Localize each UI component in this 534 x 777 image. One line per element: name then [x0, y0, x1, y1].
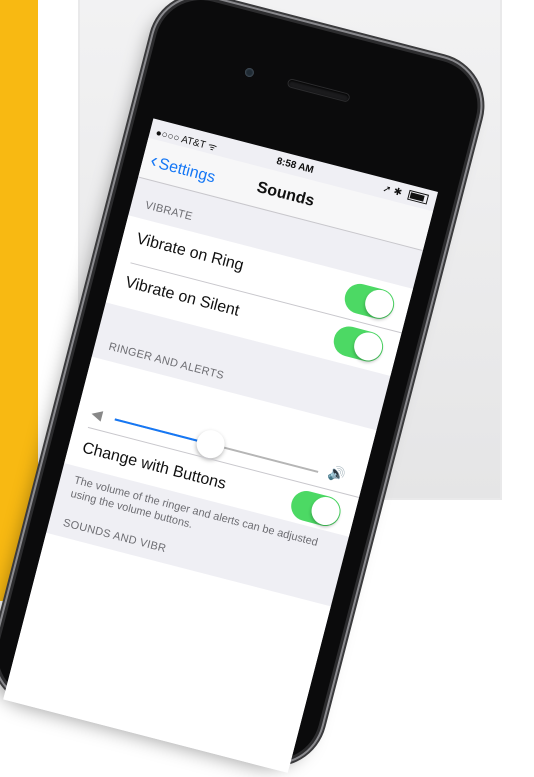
location-bluetooth-icons: ➚ ✱: [381, 183, 404, 199]
earpiece-speaker: [287, 79, 350, 102]
section-header-vibrate: VIBRATE: [143, 199, 194, 224]
phone-screen: ●○○○ AT&T ᯤ 8:58 AM ➚ ✱ ‹Settings Sounds…: [3, 118, 439, 773]
sounds-group: [3, 532, 331, 773]
battery-icon: [407, 190, 429, 205]
front-camera-icon: [243, 67, 255, 79]
